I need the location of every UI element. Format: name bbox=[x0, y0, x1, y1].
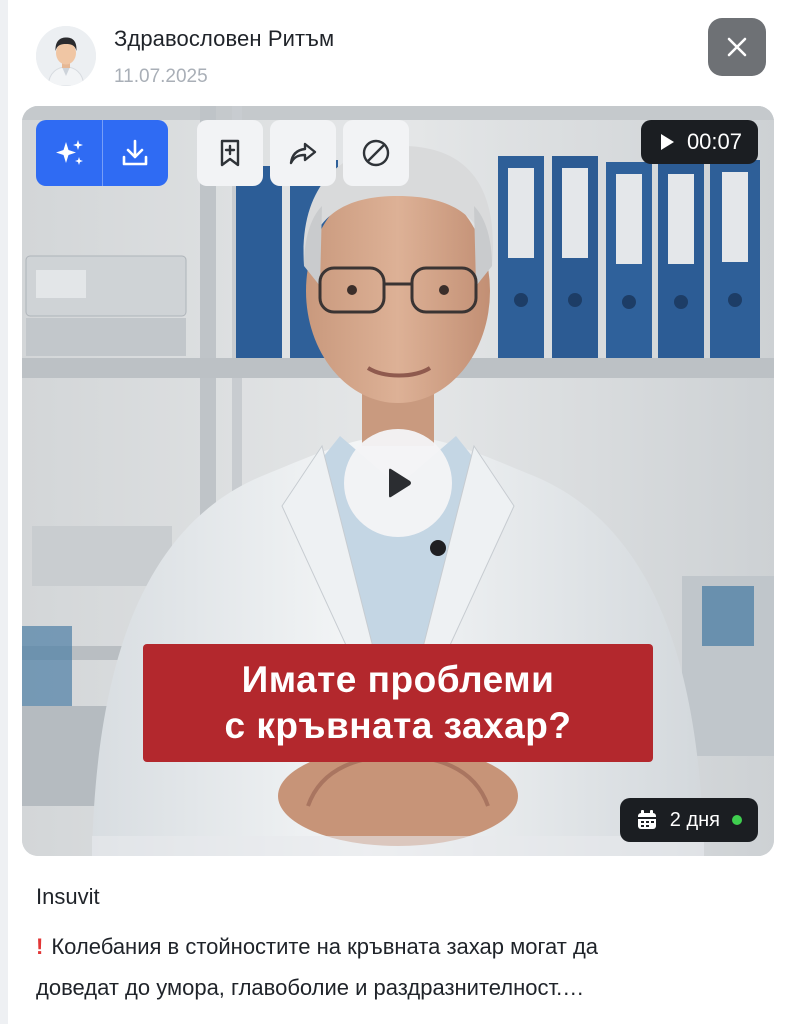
post-date: 11.07.2025 bbox=[114, 66, 208, 87]
active-status-dot bbox=[732, 815, 742, 825]
duration-badge: 00:07 bbox=[640, 120, 758, 164]
play-small-icon bbox=[660, 134, 674, 150]
post-age-text: 2 дня bbox=[669, 808, 720, 831]
primary-action-group bbox=[36, 120, 168, 186]
bookmark-add-icon bbox=[220, 139, 240, 167]
post-text[interactable]: ! Колебания в стойностите на кръвната зах… bbox=[36, 926, 756, 1008]
exclamation-mark-icon: ! bbox=[36, 934, 44, 959]
duration-text: 00:07 bbox=[686, 129, 742, 154]
play-icon bbox=[389, 468, 411, 498]
post-title: Insuvit bbox=[36, 884, 100, 909]
sparkles-icon bbox=[55, 140, 83, 165]
calendar-icon bbox=[637, 810, 656, 829]
play-button[interactable] bbox=[344, 429, 452, 537]
block-icon bbox=[362, 139, 390, 167]
caption-line-1: Имате проблеми bbox=[241, 659, 555, 700]
post-age-badge: 2 дня bbox=[619, 798, 758, 842]
user-avatar-icon bbox=[36, 26, 96, 86]
author-name[interactable]: Здравословен Ритъм bbox=[114, 26, 334, 52]
post-header: Здравословен Ритъм 11.07.2025 bbox=[36, 18, 766, 90]
block-button[interactable] bbox=[343, 120, 409, 186]
ai-generate-button[interactable] bbox=[36, 120, 102, 186]
share-icon bbox=[289, 142, 317, 165]
close-icon bbox=[727, 37, 747, 57]
share-button[interactable] bbox=[270, 120, 336, 186]
download-icon bbox=[122, 139, 148, 166]
video-player[interactable]: 00:07 Имате проблеми с кръвната захар? 2… bbox=[22, 106, 774, 856]
caption-line-2: с кръвната захар? bbox=[224, 705, 572, 746]
close-button[interactable] bbox=[708, 18, 766, 76]
bookmark-button[interactable] bbox=[197, 120, 263, 186]
left-edge-strip bbox=[0, 0, 8, 1024]
post-text-line-2: доведат до умора, главоболие и раздразни… bbox=[36, 975, 585, 1000]
post-text-line-1: Колебания в стойностите на кръвната заха… bbox=[51, 934, 599, 959]
download-button[interactable] bbox=[101, 120, 169, 186]
video-caption: Имате проблеми с кръвната захар? bbox=[143, 644, 653, 762]
avatar[interactable] bbox=[36, 26, 96, 86]
